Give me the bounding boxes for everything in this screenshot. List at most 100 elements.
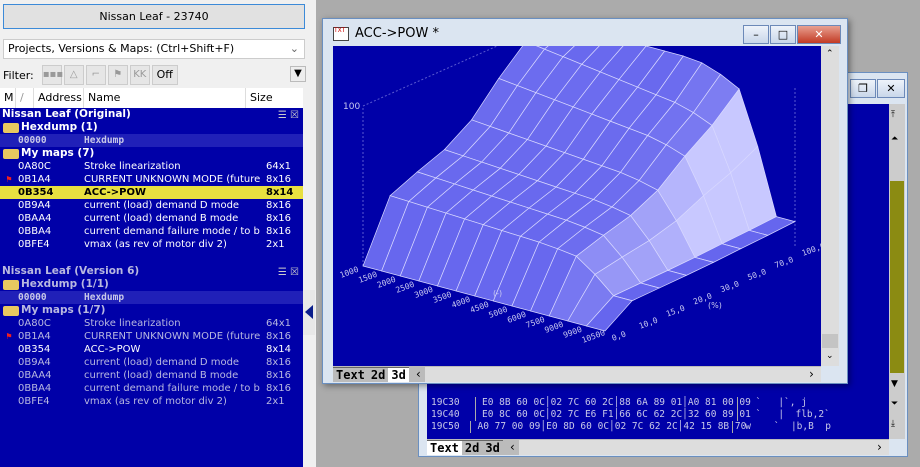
list-item[interactable]: 0B354 ACC->POW 8x14 xyxy=(0,186,303,199)
project-button[interactable]: Nissan Leaf - 23740 xyxy=(3,4,305,29)
list-item[interactable]: ⚑ 0B1A4 CURRENT UNKNOWN MODE (future 8x16 xyxy=(0,173,303,186)
group-title: Nissan Leaf (Original) xyxy=(2,108,131,120)
filter-flag-icon[interactable]: ⚑ xyxy=(107,65,128,85)
list-item[interactable]: 0B354 ACC->POW 8x14 xyxy=(0,343,303,356)
list-item[interactable]: ⚑ 0B1A4 CURRENT UNKNOWN MODE (future 8x16 xyxy=(0,330,303,343)
tab-2d[interactable]: 2d xyxy=(367,367,389,382)
tab-3d[interactable]: 3d xyxy=(482,440,503,455)
no-flag xyxy=(0,199,18,212)
list-item[interactable]: 0A80C Stroke linearization 64x1 xyxy=(0,160,303,173)
restore-button[interactable]: ❐ xyxy=(850,79,876,98)
tab-2d[interactable]: 2d xyxy=(461,440,483,455)
hex-row[interactable]: 19C30 E0 8B 60 0C│02 7C 60 2C│88 6A 89 01… xyxy=(431,397,831,409)
item-size: 8x16 xyxy=(266,331,292,342)
minimize-button[interactable]: – xyxy=(743,25,769,44)
scroll-right-icon[interactable]: › xyxy=(804,367,821,382)
filter-kk-icon[interactable]: KK xyxy=(129,65,150,85)
item-address: 0BBA4 xyxy=(18,226,52,237)
list-item[interactable]: 0BAA4 current (load) demand B mode 8x16 xyxy=(0,369,303,382)
list-item[interactable]: 0BFE4 vmax (as rev of motor div 2) 2x1 xyxy=(0,238,303,251)
item-address: 0B354 xyxy=(18,344,51,355)
folder-my-maps[interactable]: My maps (7) xyxy=(0,147,303,160)
col-address[interactable]: Address xyxy=(34,88,84,108)
scroll-top-icon[interactable]: ⤒ xyxy=(891,110,895,120)
col-m[interactable]: M xyxy=(0,88,16,108)
surface-plot[interactable]: 1001000150020002500300035004000450050006… xyxy=(333,20,826,366)
search-combo[interactable]: Projects, Versions & Maps: (Ctrl+Shift+F… xyxy=(3,39,305,59)
item-address: 0A80C xyxy=(18,161,51,172)
group-header[interactable]: Nissan Leaf (Original) ☰ ☒ xyxy=(0,108,303,121)
scroll-bottom-icon[interactable]: ⤓ xyxy=(891,419,895,429)
item-name: current (load) demand D mode xyxy=(84,200,240,211)
scroll-pageup-icon[interactable]: ⏶ xyxy=(891,134,898,144)
scroll-thumb[interactable] xyxy=(822,334,838,348)
filter-axis-icon[interactable]: ⌐ xyxy=(85,65,106,85)
group-menu-close-icon[interactable]: ☰ ☒ xyxy=(278,109,299,122)
flag-icon: ⚑ xyxy=(5,332,13,341)
hex-scrollbar[interactable]: ⤒ ⏶ ▼ ⏷ ⤓ xyxy=(889,104,905,439)
group-header[interactable]: Nissan Leaf (Version 6) ☰ ☒ xyxy=(0,265,303,278)
group-menu-close-icon[interactable]: ☰ ☒ xyxy=(278,266,299,279)
col-sort[interactable]: / xyxy=(16,88,34,108)
item-name: current (load) demand B mode xyxy=(84,213,239,224)
maximize-button[interactable]: □ xyxy=(770,25,796,44)
hex-address: 19C30 xyxy=(431,397,460,408)
close-button[interactable]: ✕ xyxy=(797,25,841,44)
folder-icon xyxy=(3,148,19,159)
tab-3d[interactable]: 3d xyxy=(388,367,409,382)
list-item[interactable]: 0BFE4 vmax (as rev of motor div 2) 2x1 xyxy=(0,395,303,408)
hex-bytes: E0 8B 60 0C│02 7C 60 2C│88 6A 89 01│A0 8… xyxy=(475,397,751,409)
scroll-right-icon[interactable]: › xyxy=(872,440,889,455)
item-address: 0B9A4 xyxy=(18,200,51,211)
list-item[interactable]: 0BBA4 current demand failure mode / to b 8… xyxy=(0,382,303,395)
item-size: 2x1 xyxy=(266,239,285,250)
vertical-scrollbar[interactable]: ⌃ ⌄ xyxy=(821,46,839,366)
list-item[interactable]: 00000 Hexdump xyxy=(0,291,303,304)
list-item[interactable]: 0B9A4 current (load) demand D mode 8x16 xyxy=(0,356,303,369)
folder-label: My maps (7) xyxy=(21,147,95,159)
scroll-thumb[interactable] xyxy=(890,181,904,373)
list-item[interactable]: 0B9A4 current (load) demand D mode 8x16 xyxy=(0,199,303,212)
scroll-pagedown-icon[interactable]: ⏷ xyxy=(891,399,898,409)
pedal-tick-label: 100,0 xyxy=(801,241,821,258)
folder-hexdump[interactable]: Hexdump (1) xyxy=(0,121,303,134)
folder-my-maps[interactable]: My maps (1/7) xyxy=(0,304,303,317)
hex-address: 19C40 xyxy=(431,409,460,420)
scroll-down-icon[interactable]: ⌄ xyxy=(826,351,834,361)
map-tabs: Text 2d 3d ‹ › xyxy=(333,366,821,382)
folder-hexdump[interactable]: Hexdump (1/1) xyxy=(0,278,303,291)
hex-row[interactable]: 19C40 E0 8C 60 0C│02 7C E6 F1│66 6C 62 2C… xyxy=(431,409,831,421)
col-name[interactable]: Name xyxy=(84,88,246,108)
col-size[interactable]: Size xyxy=(246,88,301,108)
hex-bytes: A0 77 00 09│E0 8D 60 0C│02 7C 62 2C│42 1… xyxy=(470,421,746,433)
filter-off-button[interactable]: Off xyxy=(151,65,178,85)
list-item[interactable]: 0A80C Stroke linearization 64x1 xyxy=(0,317,303,330)
dropdown-arrow-button[interactable]: ▼ xyxy=(290,66,306,82)
no-flag xyxy=(0,212,18,225)
item-address: 0A80C xyxy=(18,318,51,329)
map-list: M / Address Name Size Nissan Leaf (Origi… xyxy=(0,88,303,467)
list-item[interactable]: 0BBA4 current demand failure mode / to b 8… xyxy=(0,225,303,238)
scroll-left-icon[interactable]: ‹ xyxy=(409,367,425,382)
folder-icon xyxy=(3,122,19,133)
scroll-up-icon[interactable]: ⌃ xyxy=(826,49,834,59)
tab-text[interactable]: Text xyxy=(333,367,368,382)
chart-3d[interactable]: 100 1000 1500 2000 2500 3000 3500 4000 4500 5000 6… xyxy=(333,20,826,366)
pedal-tick-label: 70,0 xyxy=(773,255,794,270)
hex-row[interactable]: 19C50 A0 77 00 09│E0 8D 60 0C│02 7C 62 2C… xyxy=(431,421,831,433)
no-flag xyxy=(0,317,18,330)
hex-ascii: w ` |b,B p xyxy=(732,421,831,433)
scroll-down-icon[interactable]: ▼ xyxy=(891,379,898,389)
hex-ascii: ` | flb,2` xyxy=(737,409,830,421)
list-item[interactable]: 00000 Hexdump xyxy=(0,134,303,147)
filter-triangle-icon[interactable]: △ xyxy=(63,65,84,85)
filter-row-icon[interactable]: ▪▪▪ xyxy=(41,65,63,85)
tab-text[interactable]: Text xyxy=(427,440,462,455)
close-button[interactable]: ✕ xyxy=(877,79,905,98)
scroll-left-icon[interactable]: ‹ xyxy=(503,440,519,455)
item-size: 8x16 xyxy=(266,174,292,185)
item-size: 8x16 xyxy=(266,357,292,368)
splitter-handle[interactable] xyxy=(303,290,315,335)
item-name: CURRENT UNKNOWN MODE (future xyxy=(84,331,261,342)
list-item[interactable]: 0BAA4 current (load) demand B mode 8x16 xyxy=(0,212,303,225)
